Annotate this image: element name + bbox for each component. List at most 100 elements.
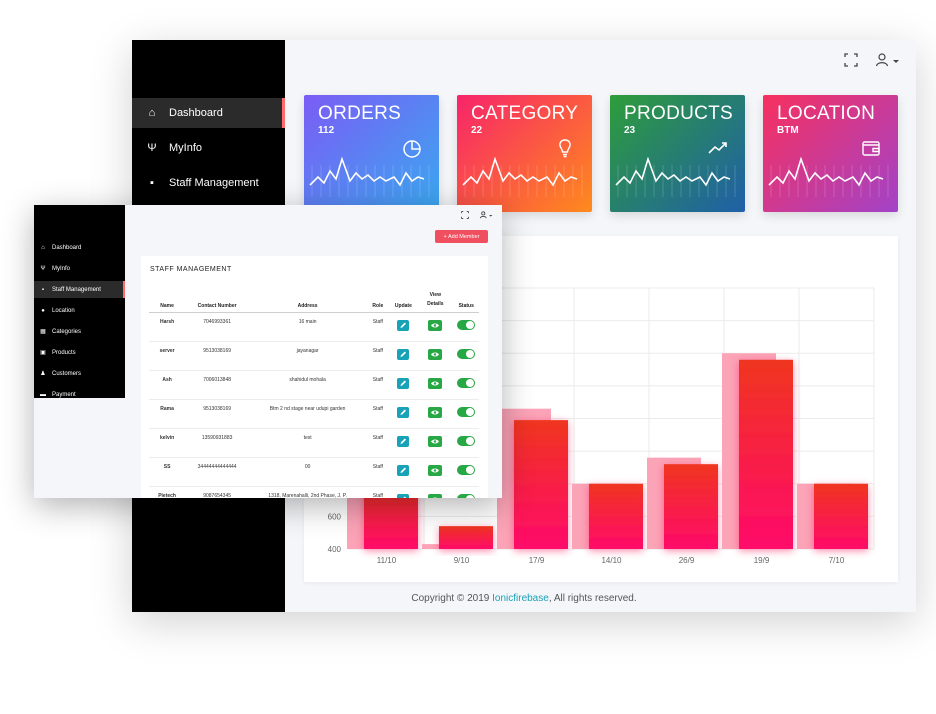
sidebar-item-location[interactable]: ● Location <box>34 302 125 319</box>
cell-status <box>453 486 479 498</box>
user-menu-icon[interactable] <box>479 210 495 220</box>
column-header-view-details-label: View Details <box>427 292 444 307</box>
cell-name: Ash <box>149 370 186 400</box>
edit-button[interactable] <box>397 349 410 360</box>
pencil-icon <box>403 496 407 498</box>
status-toggle[interactable] <box>457 349 476 359</box>
status-toggle[interactable] <box>457 320 476 330</box>
status-toggle[interactable] <box>457 494 476 498</box>
sidebar-item-staff-management[interactable]: ▪ Staff Management <box>132 168 285 198</box>
add-member-button[interactable]: + Add Member <box>435 230 488 243</box>
column-header-name: Name <box>149 291 186 313</box>
column-header-address: Address <box>249 291 367 313</box>
cell-view-details <box>417 399 454 429</box>
sparkline-line <box>462 157 578 187</box>
edit-button[interactable] <box>397 465 410 476</box>
status-toggle[interactable] <box>457 407 476 417</box>
cell-role: Staff <box>366 370 390 400</box>
cell-view-details <box>417 341 454 371</box>
edit-button[interactable] <box>397 378 410 389</box>
eye-icon <box>431 352 440 357</box>
sparkline-line <box>768 157 884 187</box>
view-details-button[interactable] <box>428 494 443 498</box>
utensils-icon: Ψ <box>40 265 46 272</box>
cell-address: 16 main <box>249 312 367 342</box>
view-details-button[interactable] <box>428 378 443 389</box>
view-details-button[interactable] <box>428 407 443 418</box>
cell-update <box>389 370 418 400</box>
bar-front[interactable] <box>514 420 568 549</box>
products-card[interactable]: PRODUCTS 23 <box>610 95 745 212</box>
bar-front[interactable] <box>589 483 643 549</box>
cell-view-details <box>417 428 454 458</box>
categories-icon: ▦ <box>40 329 46 335</box>
pencil-icon <box>400 322 407 328</box>
sparkline <box>768 157 889 197</box>
bar-front[interactable] <box>664 464 718 549</box>
footer-prefix: Copyright © 2019 <box>411 593 493 604</box>
orders-card[interactable]: ORDERS 112 <box>304 95 439 212</box>
wallet-icon <box>862 141 880 156</box>
cell-update <box>389 457 418 487</box>
composite-screenshot: ⌂ Dashboard Ψ MyInfo ▪ Staff Management … <box>0 0 936 714</box>
cell-contact: 9513038169 <box>185 341 250 371</box>
bar-front[interactable] <box>739 359 793 549</box>
view-details-button[interactable] <box>428 465 443 476</box>
edit-button[interactable] <box>397 320 410 331</box>
sidebar-item-dashboard[interactable]: ⌂ Dashboard <box>34 239 125 256</box>
sidebar-item-label: Products <box>52 349 76 356</box>
column-header-update: Update <box>389 291 418 313</box>
status-toggle[interactable] <box>457 465 476 475</box>
users-icon: ♟ <box>40 371 46 377</box>
table-row: SS 34444444444444 00 Staff <box>149 457 479 487</box>
fullscreen-icon[interactable] <box>844 53 858 67</box>
cell-update <box>389 341 418 371</box>
sidebar-item-dashboard[interactable]: ⌂ Dashboard <box>132 98 285 128</box>
table-row: Harsh 7046993361 16 main Staff <box>149 312 479 342</box>
sidebar-item-label: Categories <box>52 328 82 335</box>
sparkline <box>615 157 736 197</box>
x-tick-label: 9/10 <box>454 556 470 565</box>
cell-view-details <box>417 370 454 400</box>
sidebar-item-categories[interactable]: ▦ Categories <box>34 323 125 340</box>
edit-button[interactable] <box>397 494 410 498</box>
staff-table: Name Contact Number Address Role Update … <box>149 291 479 498</box>
column-header-role: Role <box>366 291 390 313</box>
status-toggle[interactable] <box>457 378 476 388</box>
cell-role: Staff <box>366 341 390 371</box>
edit-button[interactable] <box>397 407 410 418</box>
sidebar-item-customers[interactable]: ♟ Customers <box>34 365 125 382</box>
sidebar-item-myinfo[interactable]: Ψ MyInfo <box>34 260 125 277</box>
cell-contact: 7006013848 <box>185 370 250 400</box>
sidebar-item-staff-management[interactable]: ▪ Staff Management <box>34 281 125 298</box>
user-menu-icon[interactable] <box>874 52 904 68</box>
category-card[interactable]: CATEGORY 22 <box>457 95 592 212</box>
view-details-button[interactable] <box>428 436 443 447</box>
y-tick-label: 600 <box>328 512 342 521</box>
cell-view-details <box>417 457 454 487</box>
y-tick-label: 400 <box>328 545 342 554</box>
table-row: kelvin 13590931883 test Staff <box>149 428 479 458</box>
sidebar-item-products[interactable]: ▣ Products <box>34 344 125 361</box>
edit-button[interactable] <box>397 436 410 447</box>
cell-name: Harsh <box>149 312 186 342</box>
eye-icon <box>431 323 440 328</box>
footer-brand-link[interactable]: Ionicfirebase <box>492 593 549 604</box>
utensils-icon: Ψ <box>147 142 157 154</box>
sidebar-item-payment[interactable]: ▬ Payment <box>34 386 125 403</box>
cell-status <box>453 399 479 429</box>
status-toggle[interactable] <box>457 436 476 446</box>
home-icon: ⌂ <box>41 244 45 251</box>
eye-icon <box>433 497 438 498</box>
view-details-button[interactable] <box>428 320 443 331</box>
pencil-icon <box>400 380 407 386</box>
sidebar-item-myinfo[interactable]: Ψ MyInfo <box>132 133 285 163</box>
fullscreen-icon[interactable] <box>461 211 469 219</box>
location-card[interactable]: LOCATION BTM <box>763 95 898 212</box>
view-details-button[interactable] <box>428 349 443 360</box>
card-value: 23 <box>624 125 636 136</box>
bar-front[interactable] <box>439 526 493 549</box>
x-tick-label: 7/10 <box>829 556 845 565</box>
card-value: 22 <box>471 125 483 136</box>
bar-front[interactable] <box>814 483 868 549</box>
